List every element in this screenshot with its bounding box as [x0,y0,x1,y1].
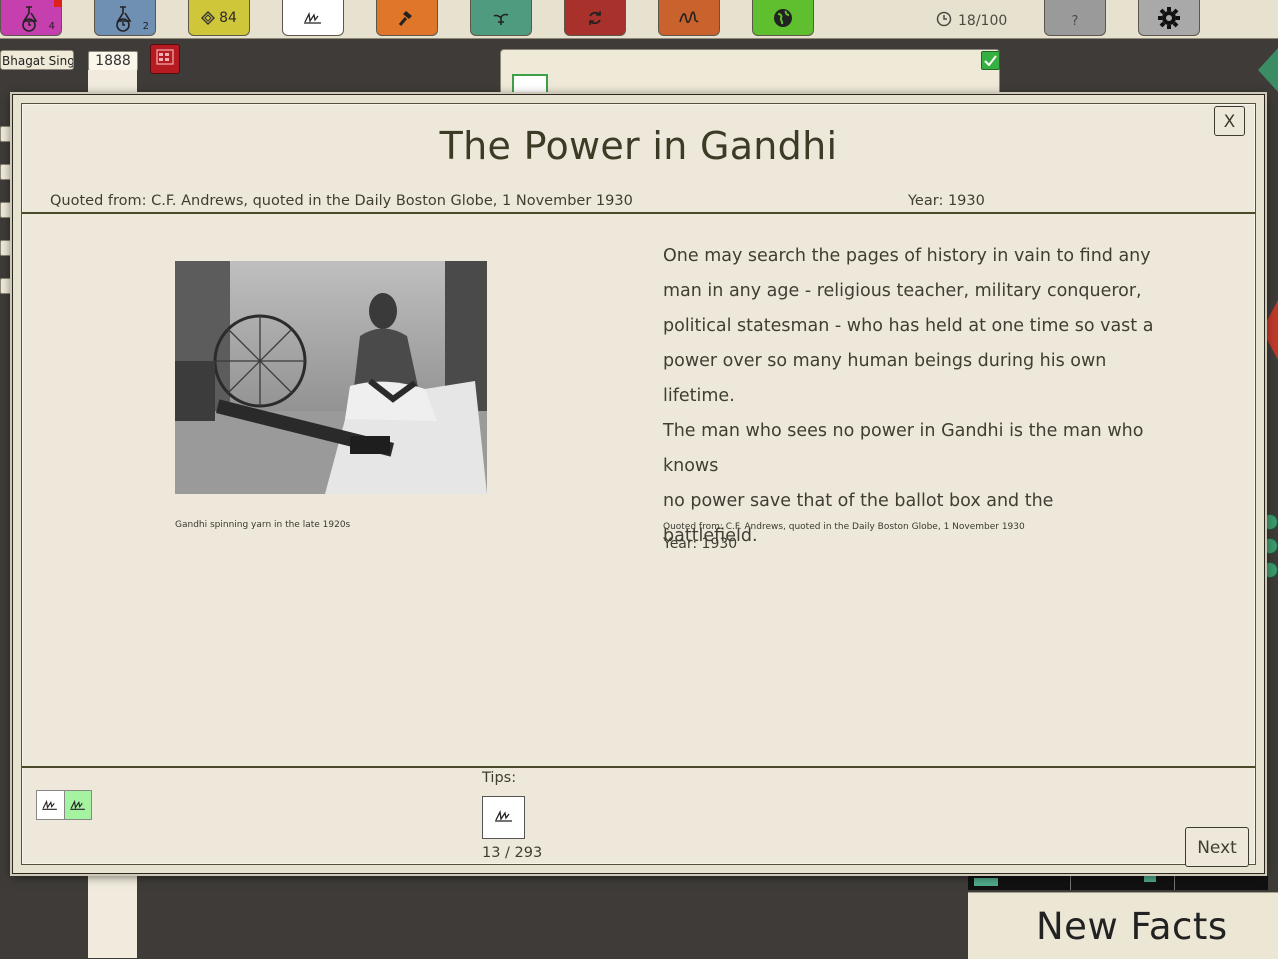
timeline-marker [974,878,998,886]
diamond-icon [201,10,216,25]
top-toolbar: 4 2 84 18/100 ? [0,0,1278,39]
resource-points-button[interactable]: 84 [188,0,250,36]
signature-icon[interactable] [37,791,65,819]
notification-dot [54,0,61,7]
quote-source: Quoted from: C.F. Andrews, quoted in the… [663,522,1025,532]
globe-icon [772,7,794,29]
resource-points-count: 84 [219,9,237,26]
script-icon [678,10,700,26]
right-edge-tab[interactable] [1258,48,1278,92]
turn-counter: 18/100 [936,11,1007,31]
fact-modal: The Power in Gandhi X Quoted from: C.F. … [12,94,1265,874]
divider [22,212,1255,214]
turn-counter-value: 18/100 [958,13,1008,29]
player-name-field[interactable]: Bhagat Singh [0,50,74,70]
research-slot-1-button[interactable]: 4 [0,0,62,36]
quote-year: Year: 1930 [663,536,738,552]
modal-title: The Power in Gandhi [439,124,838,168]
quote-source-header: Quoted from: C.F. Andrews, quoted in the… [50,193,633,209]
plant-icon [491,9,511,27]
background-card-thumbnail[interactable] [512,74,548,96]
world-button[interactable] [752,0,814,36]
tips-counter: 13 / 293 [482,845,543,861]
timeline-divider [1174,876,1175,890]
timeline-divider [1070,876,1071,890]
timeline-marker [1144,876,1156,882]
timeline-bar [968,876,1268,890]
research-slot-2-button[interactable]: 2 [94,0,156,36]
close-button[interactable]: X [1214,106,1245,136]
settings-button[interactable] [1138,0,1200,36]
research-slot-2-count: 2 [142,21,149,32]
calendar-icon [156,49,174,69]
culture-button[interactable] [658,0,720,36]
tips-fact-button[interactable] [482,796,525,839]
signature-icon [494,808,514,827]
hammer-icon [397,8,417,28]
quote-year-header: Year: 1930 [908,193,985,209]
cycle-icon [586,9,604,27]
flask-clock-icon [112,3,138,33]
agriculture-button[interactable] [470,0,532,36]
background-card-panel [500,49,1000,99]
calendar-badge[interactable] [150,44,180,74]
clock-icon [936,11,952,31]
signature-icon [303,11,323,25]
fact-toggle-group[interactable] [36,790,92,820]
next-button[interactable]: Next [1185,827,1249,867]
current-year: 1888 [88,51,138,71]
tips-label: Tips: [482,770,517,786]
new-facts-label[interactable]: New Facts [1036,905,1228,948]
gandhi-photo [175,261,487,494]
build-button[interactable] [376,0,438,36]
checkmark-icon[interactable] [981,51,1000,70]
divider [22,766,1255,768]
gear-icon [1157,6,1181,30]
trade-button[interactable] [564,0,626,36]
help-button[interactable]: ? [1044,0,1106,36]
facts-button[interactable] [282,0,344,36]
research-slot-1-count: 4 [48,21,55,32]
help-label: ? [1071,14,1079,29]
signature-icon[interactable] [64,791,91,819]
quote-text: One may search the pages of history in v… [663,246,1154,546]
fact-modal-content: The Power in Gandhi X Quoted from: C.F. … [21,103,1256,867]
flask-clock-icon [18,3,44,33]
photo-caption: Gandhi spinning yarn in the late 1920s [175,520,351,530]
